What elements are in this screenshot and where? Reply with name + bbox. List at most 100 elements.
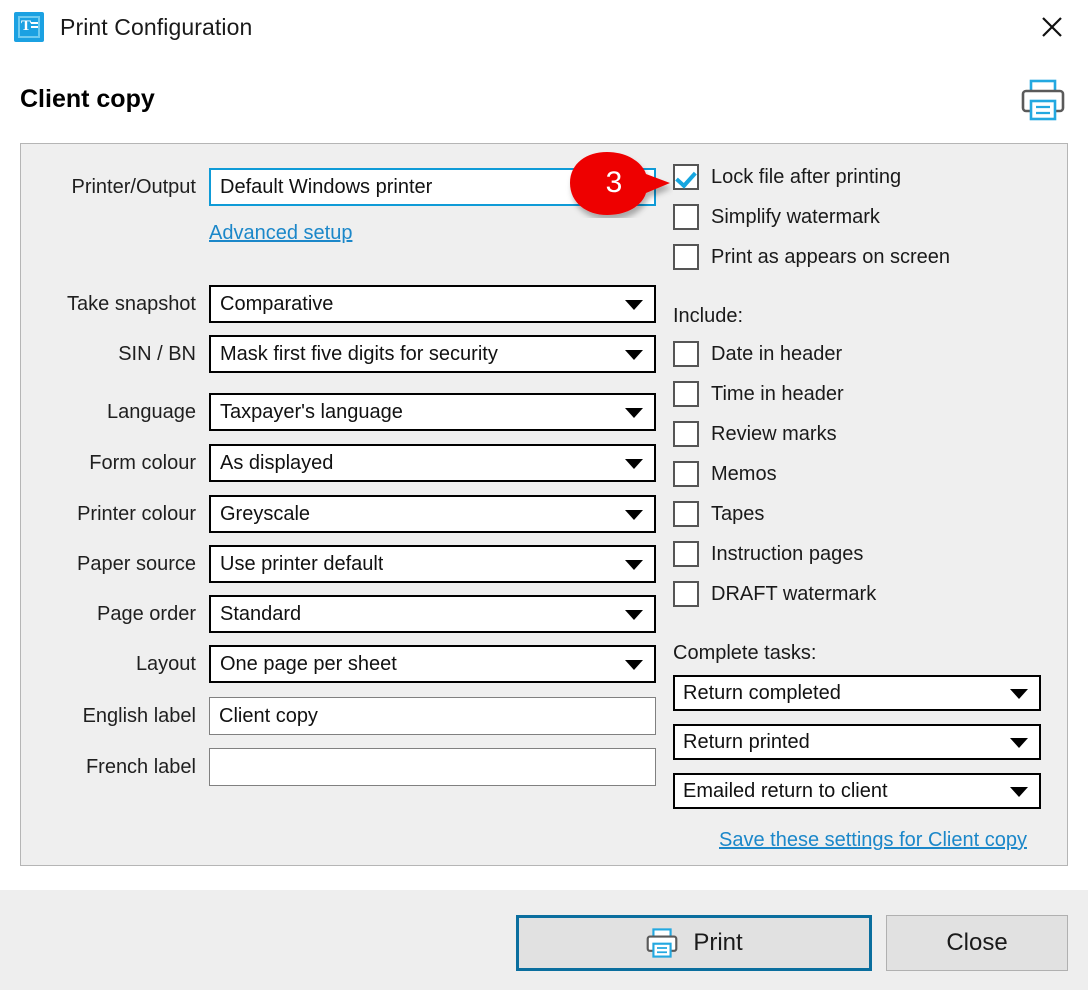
checkbox-label: Simplify watermark (711, 206, 880, 229)
label-paper-source: Paper source (21, 545, 196, 583)
field-row-layout: Layout One page per sheet (21, 645, 671, 683)
layout-value: One page per sheet (211, 653, 397, 676)
field-row-paper-source: Paper source Use printer default (21, 545, 671, 583)
label-page-order: Page order (21, 595, 196, 633)
chevron-down-icon (625, 408, 643, 418)
checkbox-label: Tapes (711, 503, 764, 526)
checkbox-print-as-appears-on-screen[interactable]: Print as appears on screen (673, 242, 950, 272)
chevron-down-icon (625, 560, 643, 570)
field-row-form-colour: Form colour As displayed (21, 444, 671, 482)
chevron-down-icon (625, 660, 643, 670)
checkbox-simplify-watermark[interactable]: Simplify watermark (673, 202, 880, 232)
label-layout: Layout (21, 645, 196, 683)
complete-task-dropdown-1[interactable]: Return completed (673, 675, 1041, 711)
print-button[interactable]: Print (516, 915, 872, 971)
chevron-down-icon (625, 459, 643, 469)
checkbox-draft-watermark[interactable]: DRAFT watermark (673, 579, 876, 609)
field-row-french-label: French label (21, 748, 671, 786)
checkbox-label: Lock file after printing (711, 166, 901, 189)
close-button[interactable]: Close (886, 915, 1068, 971)
print-options-form: Printer/Output Default Windows printer A… (21, 144, 671, 865)
french-label-input[interactable] (209, 748, 656, 786)
checkbox-review-marks[interactable]: Review marks (673, 419, 837, 449)
label-printer-colour: Printer colour (21, 495, 196, 533)
checkbox-label: Memos (711, 463, 777, 486)
complete-task-value: Return printed (675, 731, 810, 754)
printer-colour-dropdown[interactable]: Greyscale (209, 495, 656, 533)
paper-source-dropdown[interactable]: Use printer default (209, 545, 656, 583)
include-section-label: Include: (673, 305, 743, 328)
page-header: Client copy (0, 54, 1088, 143)
page-order-dropdown[interactable]: Standard (209, 595, 656, 633)
english-label-input[interactable]: Client copy (209, 697, 656, 735)
label-french-label: French label (21, 748, 196, 786)
complete-task-dropdown-3[interactable]: Emailed return to client (673, 773, 1041, 809)
form-colour-dropdown[interactable]: As displayed (209, 444, 656, 482)
checkbox-icon (673, 541, 699, 567)
dialog-footer: Print Close (0, 890, 1088, 990)
layout-dropdown[interactable]: One page per sheet (209, 645, 656, 683)
field-row-sin-bn: SIN / BN Mask first five digits for secu… (21, 335, 671, 373)
checkbox-label: Date in header (711, 343, 842, 366)
chevron-down-icon (625, 300, 643, 310)
checkbox-lock-file-after-printing[interactable]: Lock file after printing (673, 162, 901, 192)
advanced-setup-link[interactable]: Advanced setup (209, 222, 352, 245)
complete-tasks-label: Complete tasks: (673, 642, 816, 665)
chevron-down-icon (625, 510, 643, 520)
chevron-down-icon (1010, 689, 1028, 699)
checkbox-icon (673, 421, 699, 447)
print-toggles-panel: Lock file after printing Simplify waterm… (673, 144, 1069, 865)
take-snapshot-dropdown[interactable]: Comparative (209, 285, 656, 323)
checkbox-label: Instruction pages (711, 543, 863, 566)
sin-bn-dropdown[interactable]: Mask first five digits for security (209, 335, 656, 373)
save-settings-link[interactable]: Save these settings for Client copy (719, 829, 1027, 852)
label-take-snapshot: Take snapshot (21, 285, 196, 323)
field-row-printer-colour: Printer colour Greyscale (21, 495, 671, 533)
english-label-value: Client copy (210, 705, 318, 728)
paper-source-value: Use printer default (211, 553, 383, 576)
chevron-down-icon (1010, 787, 1028, 797)
sin-bn-value: Mask first five digits for security (211, 343, 498, 366)
complete-task-value: Return completed (675, 682, 841, 705)
checkbox-icon (673, 164, 699, 190)
printer-output-value: Default Windows printer (211, 176, 432, 199)
checkbox-icon (673, 341, 699, 367)
checkbox-icon (673, 381, 699, 407)
checkbox-label: Review marks (711, 423, 837, 446)
checkbox-icon (673, 244, 699, 270)
field-row-language: Language Taxpayer's language (21, 393, 671, 431)
checkbox-icon (673, 461, 699, 487)
window-title: Print Configuration (60, 14, 252, 41)
field-row-printer-output: Printer/Output Default Windows printer (21, 168, 671, 206)
title-bar: T Print Configuration (0, 0, 1088, 55)
close-icon[interactable] (1030, 8, 1074, 46)
label-printer-output: Printer/Output (21, 168, 196, 206)
checkbox-instruction-pages[interactable]: Instruction pages (673, 539, 863, 569)
field-row-page-order: Page order Standard (21, 595, 671, 633)
close-button-label: Close (946, 929, 1007, 957)
label-language: Language (21, 393, 196, 431)
checkbox-time-in-header[interactable]: Time in header (673, 379, 844, 409)
checkbox-date-in-header[interactable]: Date in header (673, 339, 842, 369)
complete-task-dropdown-2[interactable]: Return printed (673, 724, 1041, 760)
printer-colour-value: Greyscale (211, 503, 310, 526)
chevron-down-icon (1010, 738, 1028, 748)
label-sin-bn: SIN / BN (21, 335, 196, 373)
checkbox-tapes[interactable]: Tapes (673, 499, 764, 529)
checkbox-icon (673, 501, 699, 527)
language-value: Taxpayer's language (211, 401, 403, 424)
field-row-take-snapshot: Take snapshot Comparative (21, 285, 671, 323)
checkbox-label: DRAFT watermark (711, 583, 876, 606)
label-english-label: English label (21, 697, 196, 735)
complete-task-value: Emailed return to client (675, 780, 888, 803)
language-dropdown[interactable]: Taxpayer's language (209, 393, 656, 431)
page-order-value: Standard (211, 603, 301, 626)
taxcycle-app-icon: T (14, 12, 44, 42)
chevron-down-icon (625, 610, 643, 620)
printer-icon (1020, 79, 1066, 121)
checkbox-label: Print as appears on screen (711, 246, 950, 269)
printer-output-input[interactable]: Default Windows printer (209, 168, 656, 206)
page-title: Client copy (20, 85, 155, 114)
checkbox-memos[interactable]: Memos (673, 459, 777, 489)
settings-panel: Printer/Output Default Windows printer A… (20, 143, 1068, 866)
